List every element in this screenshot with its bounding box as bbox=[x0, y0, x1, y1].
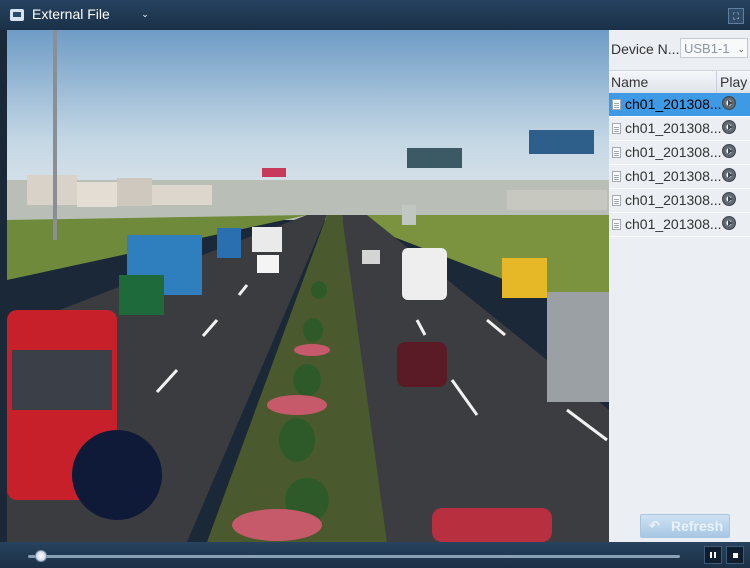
file-row[interactable]: ch01_201308... bbox=[609, 93, 750, 117]
pause-icon[interactable] bbox=[704, 546, 722, 564]
playback-controls-bar bbox=[0, 542, 750, 568]
device-select[interactable]: USB1-1 ⌄ bbox=[680, 38, 748, 58]
playback-progress-thumb[interactable] bbox=[35, 550, 48, 562]
file-name: ch01_201308... bbox=[625, 96, 722, 112]
file-icon bbox=[612, 171, 621, 182]
file-row[interactable]: ch01_201308... bbox=[609, 117, 750, 141]
file-icon bbox=[612, 219, 621, 230]
file-list-header: Name Play bbox=[609, 70, 750, 94]
chevron-down-icon[interactable]: ⌄ bbox=[139, 9, 151, 19]
column-header-name[interactable]: Name bbox=[611, 74, 648, 90]
file-row[interactable]: ch01_201308... bbox=[609, 189, 750, 213]
file-name: ch01_201308... bbox=[625, 192, 722, 208]
file-icon bbox=[612, 123, 621, 134]
file-browser-panel: Device N... USB1-1 ⌄ Name Play ch01_2013… bbox=[609, 30, 750, 542]
file-name: ch01_201308... bbox=[625, 216, 722, 232]
device-label: Device N... bbox=[611, 41, 680, 57]
column-header-play[interactable]: Play bbox=[720, 74, 747, 90]
mode-title[interactable]: External File bbox=[32, 6, 110, 22]
file-name: ch01_201308... bbox=[625, 144, 722, 160]
file-name: ch01_201308... bbox=[625, 168, 722, 184]
refresh-button[interactable]: ↶ Refresh bbox=[640, 514, 730, 538]
device-row: Device N... USB1-1 ⌄ bbox=[609, 38, 750, 60]
video-playback-view[interactable] bbox=[7, 30, 609, 542]
playback-progress-track[interactable] bbox=[28, 555, 680, 558]
file-row[interactable]: ch01_201308... bbox=[609, 213, 750, 237]
fullscreen-icon[interactable]: ⛶ bbox=[728, 8, 744, 24]
highway-scene-image bbox=[7, 30, 609, 542]
play-icon[interactable] bbox=[722, 216, 736, 230]
refresh-icon: ↶ bbox=[649, 518, 660, 533]
title-bar: External File ⌄ ⛶ bbox=[0, 0, 750, 30]
file-icon bbox=[612, 99, 621, 110]
file-name: ch01_201308... bbox=[625, 120, 722, 136]
file-icon bbox=[612, 147, 621, 158]
file-icon bbox=[612, 195, 621, 206]
device-select-value: USB1-1 bbox=[684, 41, 730, 56]
refresh-label: Refresh bbox=[671, 518, 724, 534]
monitor-icon bbox=[10, 9, 24, 21]
play-icon[interactable] bbox=[722, 168, 736, 182]
play-icon[interactable] bbox=[722, 120, 736, 134]
file-list: ch01_201308... ch01_201308... ch01_20130… bbox=[609, 93, 750, 237]
play-icon[interactable] bbox=[722, 192, 736, 206]
column-divider[interactable] bbox=[716, 71, 717, 93]
stop-icon[interactable] bbox=[726, 546, 744, 564]
play-icon[interactable] bbox=[722, 144, 736, 158]
play-icon[interactable] bbox=[722, 96, 736, 110]
file-row[interactable]: ch01_201308... bbox=[609, 141, 750, 165]
file-row[interactable]: ch01_201308... bbox=[609, 165, 750, 189]
chevron-down-icon: ⌄ bbox=[737, 44, 745, 54]
